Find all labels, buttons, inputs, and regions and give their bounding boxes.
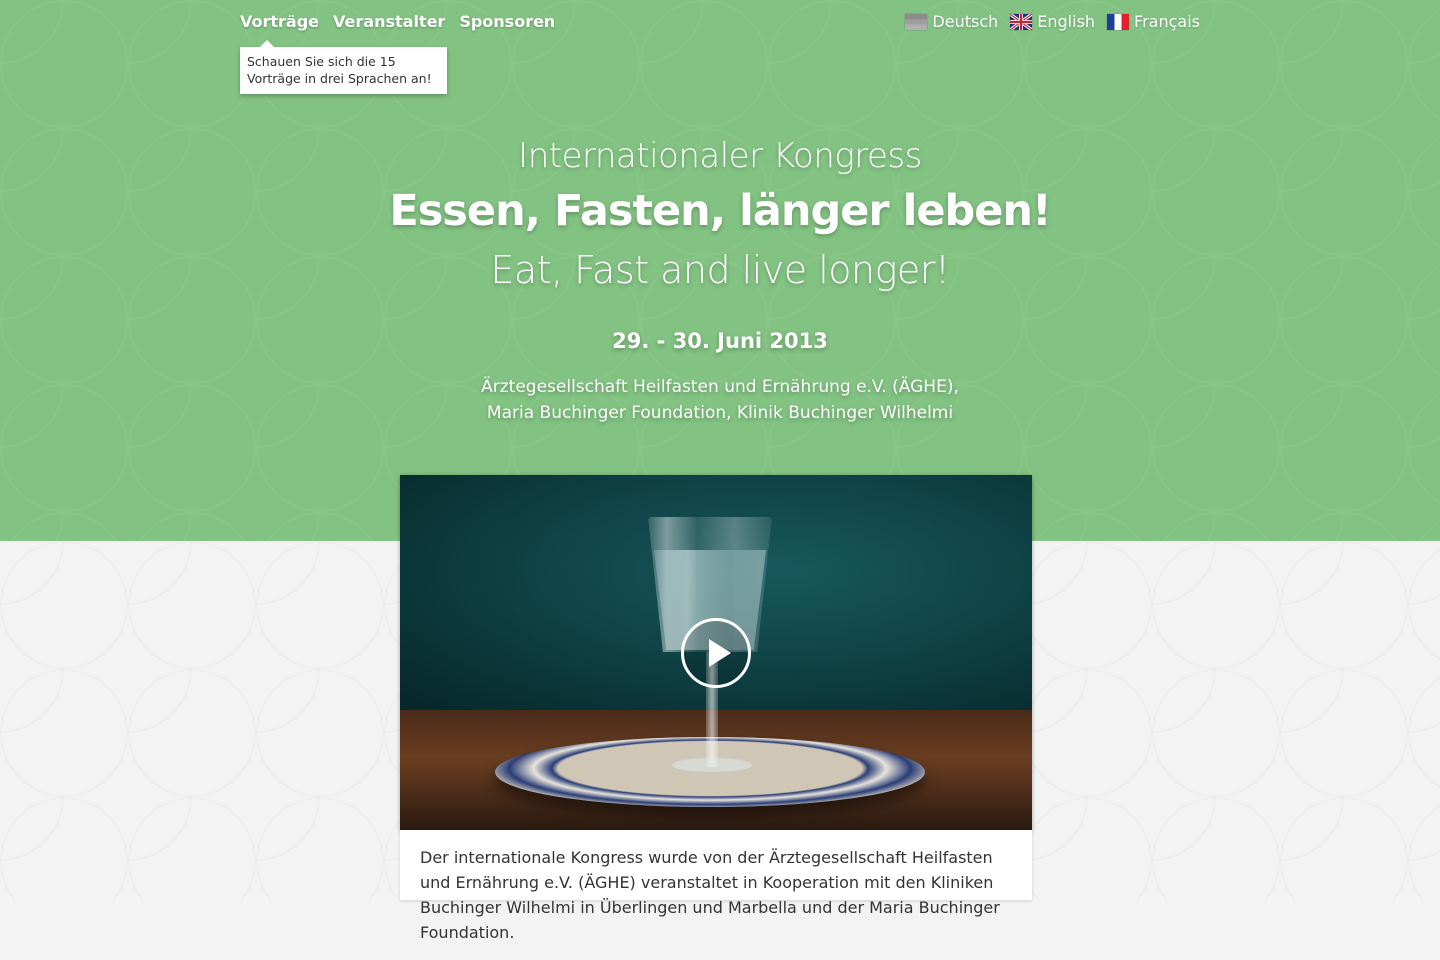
organizers-line-2: Maria Buchinger Foundation, Klinik Buchi… xyxy=(486,403,954,423)
glass-foot-image xyxy=(672,758,752,772)
main-nav: Vorträge Veranstalter Sponsoren xyxy=(240,12,555,31)
intro-card: Der internationale Kongress wurde von de… xyxy=(400,830,1032,942)
language-label: Français xyxy=(1134,12,1200,31)
nav-item-sponsoren[interactable]: Sponsoren xyxy=(459,12,555,31)
fr-flag-icon xyxy=(1107,13,1130,30)
uk-flag-icon xyxy=(1010,13,1033,30)
event-date: 29. - 30. Juni 2013 xyxy=(612,329,828,353)
nav-item-veranstalter[interactable]: Veranstalter xyxy=(333,12,445,31)
nav-item-vortraege[interactable]: Vorträge xyxy=(240,12,319,31)
hero-title: Essen, Fasten, länger leben! xyxy=(389,186,1051,236)
language-label: English xyxy=(1037,12,1096,31)
de-flag-icon xyxy=(905,13,928,30)
organizers: Ärztegesellschaft Heilfasten und Ernähru… xyxy=(0,374,1440,426)
organizers-line-1: Ärztegesellschaft Heilfasten und Ernähru… xyxy=(481,377,959,397)
hero-title-english: Eat, Fast and live longer! xyxy=(490,248,950,292)
language-english[interactable]: English xyxy=(1010,12,1095,31)
hero-subtitle: Internationaler Kongress xyxy=(518,136,922,176)
language-switcher: Deutsch English Français xyxy=(905,12,1200,31)
intro-text: Der internationale Kongress wurde von de… xyxy=(420,848,1000,942)
nav-tooltip: Schauen Sie sich die 15 Vorträge in drei… xyxy=(240,40,447,94)
video-player[interactable] xyxy=(400,475,1032,830)
language-francais[interactable]: Français xyxy=(1107,12,1200,31)
language-deutsch[interactable]: Deutsch xyxy=(905,12,998,31)
language-label: Deutsch xyxy=(932,12,999,31)
play-icon[interactable] xyxy=(681,618,751,688)
